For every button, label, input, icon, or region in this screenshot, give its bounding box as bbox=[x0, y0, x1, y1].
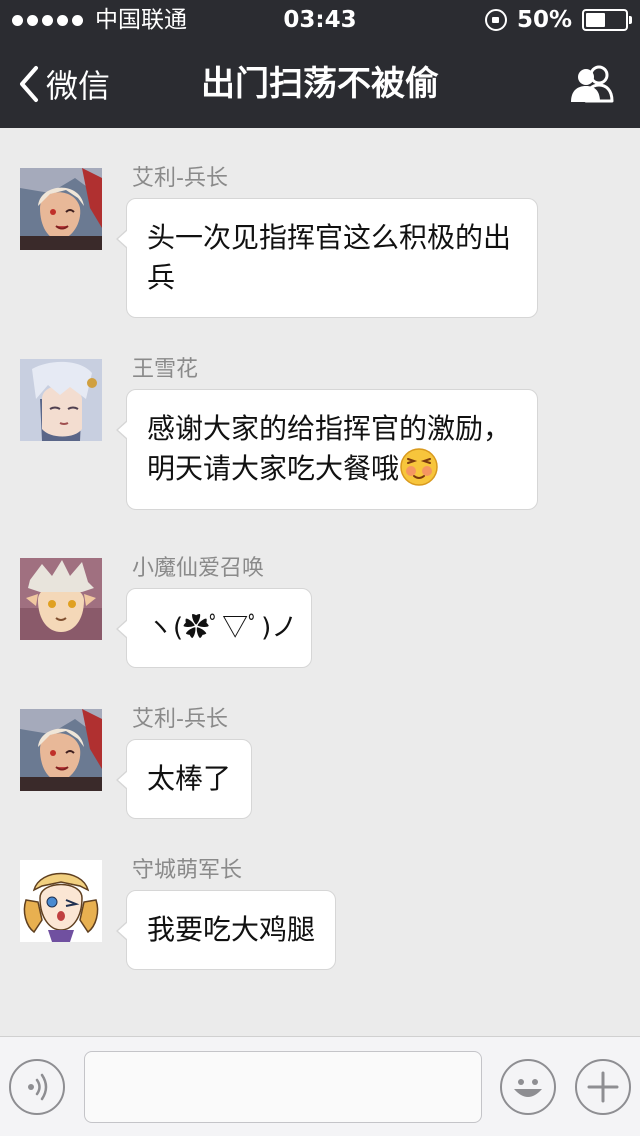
avatar-image bbox=[20, 860, 102, 942]
avatar[interactable] bbox=[20, 168, 102, 250]
avatar[interactable] bbox=[20, 860, 102, 942]
avatar[interactable] bbox=[20, 558, 102, 640]
message-bubble[interactable]: 太棒了 bbox=[116, 739, 252, 819]
status-bar: 中国联通 03:43 50% bbox=[0, 0, 640, 40]
message-bubble[interactable]: 头一次见指挥官这么积极的出 兵 bbox=[116, 198, 538, 318]
message-text-line: 明天请大家吃大餐哦 bbox=[147, 452, 400, 485]
plus-icon bbox=[587, 1071, 619, 1103]
sender-name: 王雪花 bbox=[132, 357, 199, 382]
blushing-face-emoji-icon bbox=[400, 448, 438, 486]
avatar[interactable] bbox=[20, 359, 102, 441]
message-text-line-wrap: 明天请大家吃大餐哦 bbox=[147, 448, 517, 490]
sender-name: 小魔仙爱召唤 bbox=[132, 556, 265, 581]
sender-name: 艾利-兵长 bbox=[132, 707, 228, 732]
avatar-image bbox=[20, 709, 102, 791]
smiley-icon bbox=[514, 1079, 542, 1097]
message-input[interactable] bbox=[84, 1051, 482, 1123]
message-bubble[interactable]: 感谢大家的给指挥官的激励， 明天请大家吃大餐哦 bbox=[116, 389, 538, 510]
rotation-lock-icon bbox=[484, 9, 507, 31]
avatar-image bbox=[20, 168, 102, 250]
chat-area[interactable]: 艾利-兵长 头一次见指挥官这么积极的出 兵 王雪花 感谢大家的给指挥官的激励， … bbox=[0, 128, 640, 1036]
avatar-image bbox=[20, 359, 102, 441]
top-bar: 中国联通 03:43 50% 微信 出门扫荡不被偷 bbox=[0, 0, 640, 128]
group-members-icon[interactable] bbox=[568, 64, 616, 104]
nav-bar: 微信 出门扫荡不被偷 bbox=[0, 40, 640, 128]
status-right: 50% bbox=[484, 0, 632, 40]
message-text-line: ヽ(✿ﾟ▽ﾟ)ノ bbox=[147, 613, 298, 643]
chat-title: 出门扫荡不被偷 bbox=[201, 64, 439, 104]
more-actions-button[interactable] bbox=[575, 1059, 631, 1115]
sender-name: 艾利-兵长 bbox=[132, 166, 228, 191]
battery-percent: 50% bbox=[516, 7, 572, 33]
input-bar bbox=[0, 1036, 640, 1136]
voice-input-button[interactable] bbox=[9, 1059, 65, 1115]
message-text-line: 我要吃大鸡腿 bbox=[147, 913, 316, 946]
emoji-button[interactable] bbox=[500, 1059, 556, 1115]
avatar-image bbox=[20, 558, 102, 640]
battery-icon bbox=[582, 9, 632, 31]
message-bubble[interactable]: ヽ(✿ﾟ▽ﾟ)ノ bbox=[116, 588, 312, 668]
voice-wave-icon bbox=[28, 1073, 48, 1101]
sender-name: 守城萌军长 bbox=[132, 858, 243, 883]
message-text-line: 头一次见指挥官这么积极的出 bbox=[147, 221, 512, 254]
message-text-line: 兵 bbox=[147, 261, 176, 294]
message-bubble[interactable]: 我要吃大鸡腿 bbox=[116, 890, 336, 970]
avatar[interactable] bbox=[20, 709, 102, 791]
message-text-line: 太棒了 bbox=[147, 762, 232, 795]
message-text-line: 感谢大家的给指挥官的激励， bbox=[147, 412, 512, 445]
